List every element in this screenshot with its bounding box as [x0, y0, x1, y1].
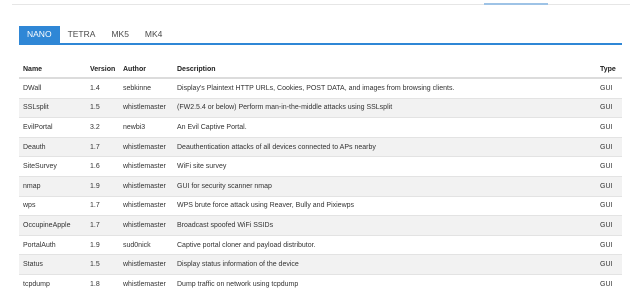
module-type: GUI: [596, 117, 622, 138]
module-version: 1.5: [86, 254, 119, 275]
module-version: 1.7: [86, 136, 119, 157]
module-version: 1.7: [86, 215, 119, 236]
module-name: DWall: [19, 77, 86, 99]
table-row[interactable]: Status 1.5 whistlemaster Display status inf…: [19, 254, 622, 275]
module-name: Deauth: [19, 136, 86, 157]
module-version: 1.5: [86, 97, 119, 118]
module-author: whistlemaster: [119, 215, 173, 236]
table-row[interactable]: Deauth 1.7 whistlemaster Deauthentication a…: [19, 136, 622, 157]
module-author: whistlemaster: [119, 97, 173, 118]
module-version: 1.7: [86, 195, 119, 216]
module-name: nmap: [19, 175, 86, 197]
table-row[interactable]: OccupineApple 1.7 whistlemaster Broadcast s…: [19, 215, 622, 236]
module-author: whistlemaster: [119, 195, 173, 216]
tab-tetra[interactable]: TETRA: [60, 26, 104, 43]
module-type: GUI: [596, 156, 622, 177]
column-header-version: Version: [86, 62, 119, 79]
module-description: (FW2.5.4 or below) Perform man-in-the-mi…: [173, 97, 596, 118]
module-type: GUI: [596, 136, 622, 157]
module-type: GUI: [596, 97, 622, 118]
top-accent-bar: [484, 3, 548, 5]
table-row[interactable]: DWall 1.4 sebkinne Display's Plaintext HTTP…: [19, 77, 622, 99]
module-name: SiteSurvey: [19, 156, 86, 177]
table-row[interactable]: wps 1.7 whistlemaster WPS brute force attac…: [19, 195, 622, 216]
module-type: GUI: [596, 77, 622, 99]
module-version: 1.9: [86, 175, 119, 197]
module-author: whistlemaster: [119, 254, 173, 275]
module-description: WPS brute force attack using Reaver, Bul…: [173, 195, 596, 216]
column-header-author: Author: [119, 62, 173, 79]
table-header-row: Name Version Author Description Type: [19, 62, 622, 79]
module-author: newbi3: [119, 117, 173, 138]
module-type: GUI: [596, 175, 622, 197]
module-type: GUI: [596, 234, 622, 255]
module-author: sud0nick: [119, 234, 173, 255]
module-description: Broadcast spoofed WiFi SSIDs: [173, 215, 596, 236]
column-header-description: Description: [173, 62, 596, 79]
module-description: Display's Plaintext HTTP URLs, Cookies, …: [173, 77, 596, 99]
module-description: An Evil Captive Portal.: [173, 117, 596, 138]
module-description: Captive portal cloner and payload distri…: [173, 234, 596, 255]
module-name: OccupineApple: [19, 215, 86, 236]
module-type: GUI: [596, 215, 622, 236]
tab-mk5[interactable]: MK5: [103, 26, 136, 43]
module-author: whistlemaster: [119, 136, 173, 157]
table-row[interactable]: SSLsplit 1.5 whistlemaster (FW2.5.4 or belo…: [19, 97, 622, 118]
table-row[interactable]: SiteSurvey 1.6 whistlemaster WiFi site surv…: [19, 156, 622, 177]
module-version: 1.9: [86, 234, 119, 255]
module-name: EvilPortal: [19, 117, 86, 138]
module-name: Status: [19, 254, 86, 275]
table-row[interactable]: nmap 1.9 whistlemaster GUI for security sca…: [19, 175, 622, 197]
table-row[interactable]: EvilPortal 3.2 newbi3 An Evil Captive Porta…: [19, 117, 622, 138]
column-header-type: Type: [596, 62, 622, 79]
module-version: 3.2: [86, 117, 119, 138]
module-description: Deauthentication attacks of all devices …: [173, 136, 596, 157]
module-description: WiFi site survey: [173, 156, 596, 177]
device-tabs: NANO TETRA MK5 MK4: [19, 26, 622, 45]
module-version: 1.6: [86, 156, 119, 177]
module-author: sebkinne: [119, 77, 173, 99]
modules-table: Name Version Author Description Type DWa…: [19, 62, 622, 294]
module-version: 1.4: [86, 77, 119, 99]
column-header-name: Name: [19, 62, 86, 79]
module-author: whistlemaster: [119, 156, 173, 177]
module-name: PortalAuth: [19, 234, 86, 255]
table-row[interactable]: PortalAuth 1.9 sud0nick Captive portal clon…: [19, 234, 622, 255]
module-description: Display status information of the device: [173, 254, 596, 275]
module-name: wps: [19, 195, 86, 216]
module-name: SSLsplit: [19, 97, 86, 118]
module-type: GUI: [596, 254, 622, 275]
module-author: whistlemaster: [119, 175, 173, 197]
module-type: GUI: [596, 195, 622, 216]
module-description: GUI for security scanner nmap: [173, 175, 596, 197]
tab-nano[interactable]: NANO: [19, 26, 60, 43]
tab-mk4[interactable]: MK4: [137, 26, 170, 43]
